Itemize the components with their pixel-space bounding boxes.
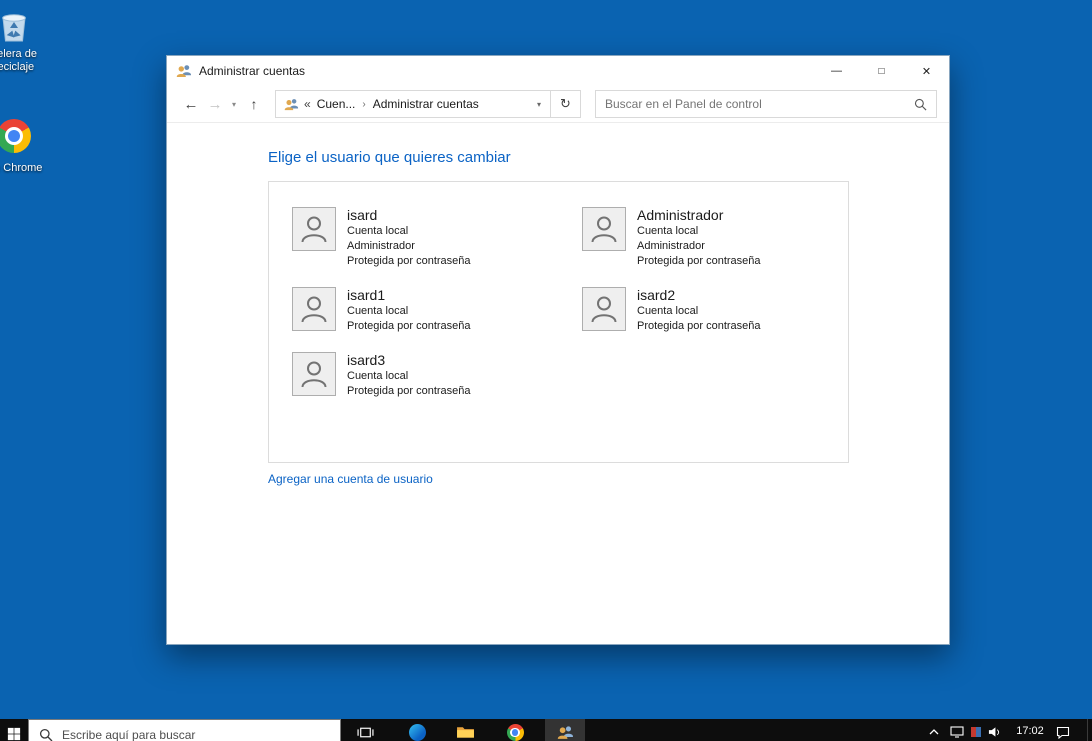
minimize-button[interactable]: — [814,56,859,86]
manage-accounts-window: Administrar cuentas — □ ✕ ← → ▾ ↑ « Cuen… [166,55,950,645]
user-detail: Cuenta local [347,304,471,319]
control-panel-search-input[interactable] [605,97,908,111]
user-avatar-icon [292,207,336,251]
user-detail: Protegida por contraseña [347,254,471,269]
refresh-button[interactable]: ↻ [551,90,581,118]
edge-icon[interactable] [397,719,437,741]
breadcrumb-item-manage-accounts[interactable]: Administrar cuentas [373,97,479,111]
user-detail: Cuenta local [637,224,761,239]
manage-accounts-taskbar-button[interactable] [545,719,585,741]
desktop-icon-google-chrome[interactable]: gle Chrome [0,116,52,175]
user-name: Administrador [637,207,761,224]
page-title: Elige el usuario que quieres cambiar [268,149,511,166]
search-icon [914,98,927,111]
user-tile-isard3[interactable]: isard3 Cuenta local Protegida por contra… [292,352,582,399]
tray-app-icon[interactable] [970,719,982,741]
chrome-label: gle Chrome [0,162,52,175]
forward-button[interactable]: → [203,96,227,113]
recycle-bin-icon [0,5,34,45]
user-detail: Cuenta local [347,224,471,239]
action-center-icon[interactable] [1056,719,1070,741]
user-tile-isard[interactable]: isard Cuenta local Administrador Protegi… [292,207,582,269]
taskbar-clock[interactable]: 17:02 [1008,725,1052,737]
recycle-bin-label-line2: reciclaje [0,61,52,74]
user-list: isard Cuenta local Administrador Protegi… [268,181,849,463]
add-user-account-link[interactable]: Agregar una cuenta de usuario [268,472,433,486]
chrome-taskbar-icon[interactable] [495,719,535,741]
breadcrumb[interactable]: « Cuen... › Administrar cuentas ▾ [275,90,551,118]
user-avatar-icon [582,207,626,251]
user-tile-isard2[interactable]: isard2 Cuenta local Protegida por contra… [582,287,838,334]
start-button[interactable] [0,719,28,741]
taskbar: 17:02 [0,719,1092,741]
user-tile-administrador[interactable]: Administrador Cuenta local Administrador… [582,207,838,269]
breadcrumb-dropdown-icon[interactable]: ▾ [534,100,544,109]
user-detail: Protegida por contraseña [637,254,761,269]
user-name: isard [347,207,471,224]
breadcrumb-item-user-accounts[interactable]: Cuen... [317,97,356,111]
desktop-icon-recycle-bin[interactable]: pelera de reciclaje [0,5,52,74]
user-avatar-icon [292,352,336,396]
breadcrumb-separator-icon: › [355,99,372,110]
back-button[interactable]: ← [179,96,203,113]
user-avatar-icon [292,287,336,331]
control-panel-search[interactable] [595,90,937,118]
window-title: Administrar cuentas [199,64,305,78]
history-dropdown-icon[interactable]: ▾ [227,100,241,109]
user-detail: Administrador [347,239,471,254]
user-detail: Administrador [637,239,761,254]
tray-volume-icon[interactable] [988,719,1001,741]
user-avatar-icon [582,287,626,331]
search-icon [39,728,53,741]
user-name: isard3 [347,352,471,369]
hidden-icons-chevron[interactable] [928,719,940,741]
user-name: isard1 [347,287,471,304]
user-detail: Protegida por contraseña [637,319,761,334]
show-desktop-button[interactable] [1087,719,1092,741]
user-detail: Protegida por contraseña [347,319,471,334]
breadcrumb-user-accounts-icon [284,97,299,112]
navigation-bar: ← → ▾ ↑ « Cuen... › Administrar cuentas … [167,86,949,123]
user-detail: Cuenta local [347,369,471,384]
taskbar-search-input[interactable] [62,728,330,741]
user-name: isard2 [637,287,761,304]
user-detail: Cuenta local [637,304,761,319]
maximize-button[interactable]: □ [859,56,904,86]
breadcrumb-overflow-chevron[interactable]: « [304,97,311,111]
user-accounts-icon [176,63,192,79]
up-button[interactable]: ↑ [241,96,267,112]
windows-logo-icon [7,727,21,741]
file-explorer-icon[interactable] [445,719,485,741]
recycle-bin-label-line1: pelera de [0,48,52,61]
window-content: Elige el usuario que quieres cambiar isa… [167,123,949,644]
task-view-button[interactable] [345,719,385,741]
close-button[interactable]: ✕ [904,56,949,86]
taskbar-search[interactable] [28,719,341,741]
user-tile-isard1[interactable]: isard1 Cuenta local Protegida por contra… [292,287,582,334]
chrome-icon [0,119,34,159]
tray-network-icon[interactable] [950,719,964,741]
window-titlebar[interactable]: Administrar cuentas — □ ✕ [167,56,949,86]
user-detail: Protegida por contraseña [347,384,471,399]
